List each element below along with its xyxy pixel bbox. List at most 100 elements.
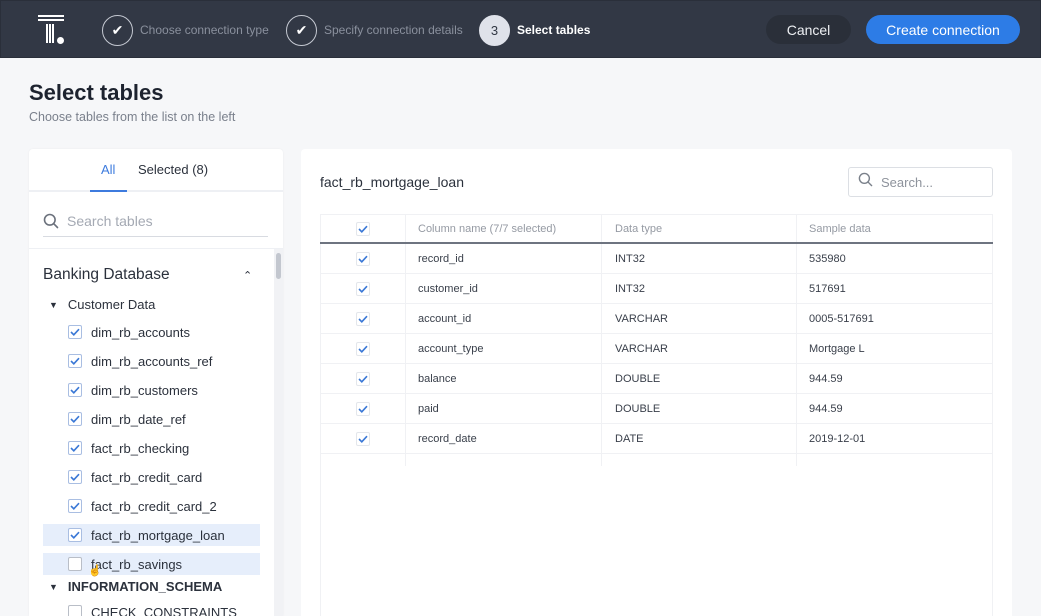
table-item[interactable]: dim_rb_accounts_ref <box>43 350 260 372</box>
checkbox-checked[interactable] <box>68 412 82 426</box>
select-all-checkbox[interactable] <box>355 221 370 236</box>
chevron-up-icon[interactable]: ⌃ <box>243 269 252 282</box>
column-search-input[interactable] <box>881 174 986 190</box>
group-label: INFORMATION_SCHEMA <box>67 579 223 594</box>
search-tables-input[interactable] <box>67 212 247 229</box>
search-tables-field[interactable] <box>43 205 268 237</box>
cell-data-type: INT32 <box>602 244 797 273</box>
table-item-label: fact_rb_checking <box>91 440 190 456</box>
step-label: Choose connection type <box>140 23 269 37</box>
step-label: Select tables <box>517 23 591 37</box>
column-header-sample: Sample data <box>809 222 871 235</box>
page-subtitle: Choose tables from the list on the left <box>29 110 236 124</box>
cell-column-name: account_type <box>406 334 602 363</box>
tab-all[interactable]: All <box>101 162 115 177</box>
cell-sample-data: 0005-517691 <box>809 312 874 325</box>
checkbox-checked[interactable] <box>68 383 82 397</box>
step-specify-connection-details: ✔ Specify connection details <box>286 14 463 46</box>
scrollbar-thumb[interactable] <box>276 253 281 279</box>
checkbox-checked[interactable] <box>68 325 82 339</box>
table-item-label: fact_rb_credit_card <box>91 469 203 485</box>
table-item[interactable]: dim_rb_accounts <box>43 321 260 343</box>
table-details-panel: fact_rb_mortgage_loan Column name (7/7 s… <box>301 149 1012 616</box>
table-item[interactable]: dim_rb_date_ref <box>43 408 260 430</box>
top-bar: ✔ Choose connection type ✔ Specify conne… <box>0 0 1041 58</box>
row-checkbox[interactable] <box>355 251 370 266</box>
table-item-label: dim_rb_customers <box>91 382 198 398</box>
check-icon: ✔ <box>102 14 133 46</box>
cell-column-name: customer_id <box>406 274 602 303</box>
cell-sample-data: 2019-12-01 <box>809 432 866 445</box>
group-customer-data[interactable]: ▼ Customer Data <box>49 297 155 312</box>
tab-bar: All Selected (8) <box>29 149 283 192</box>
row-checkbox[interactable] <box>355 311 370 326</box>
column-search-field[interactable] <box>848 167 993 197</box>
cell-data-type: DATE <box>602 424 797 453</box>
table-item-hovered[interactable]: ☝ fact_rb_savings <box>43 553 260 577</box>
table-row: record_date DATE 2019-12-01 <box>320 424 993 454</box>
caret-down-icon: ▼ <box>49 299 58 310</box>
table-filler-row <box>320 454 993 466</box>
cell-column-name: account_id <box>406 304 602 333</box>
divider <box>29 248 283 249</box>
table-item[interactable]: fact_rb_credit_card <box>43 466 260 488</box>
table-item[interactable]: fact_rb_credit_card_2 <box>43 495 260 517</box>
table-list-panel: All Selected (8) Banking Database ⌃ ▼ Cu… <box>29 149 283 616</box>
table-item[interactable]: dim_rb_customers <box>43 379 260 401</box>
cell-column-name: record_date <box>406 424 602 453</box>
table-item-label: dim_rb_accounts <box>91 324 190 340</box>
step-select-tables: 3 Select tables <box>479 14 590 46</box>
cell-sample-data: 944.59 <box>809 372 843 385</box>
table-item-label: fact_rb_savings <box>91 556 183 572</box>
search-icon <box>43 213 59 229</box>
table-item[interactable]: CHECK_CONSTRAINTS <box>43 601 260 616</box>
row-checkbox[interactable] <box>355 431 370 446</box>
table-item-label: dim_rb_accounts_ref <box>91 353 213 369</box>
checkbox-checked[interactable] <box>68 499 82 513</box>
thoughtspot-logo <box>38 15 66 45</box>
cell-column-name: paid <box>406 394 602 423</box>
cell-data-type: VARCHAR <box>602 304 797 333</box>
tab-selected[interactable]: Selected (8) <box>138 162 208 177</box>
page-title: Select tables <box>29 80 164 105</box>
column-header-type: Data type <box>602 215 797 242</box>
table-row: account_type VARCHAR Mortgage L <box>320 334 993 364</box>
cell-column-name: record_id <box>406 244 602 273</box>
group-label: Customer Data <box>67 297 156 312</box>
table-item-label: CHECK_CONSTRAINTS <box>91 604 237 616</box>
table-row: paid DOUBLE 944.59 <box>320 394 993 424</box>
cell-data-type: DOUBLE <box>602 394 797 423</box>
checkbox-unchecked[interactable] <box>68 557 82 571</box>
cancel-button[interactable]: Cancel <box>766 15 851 44</box>
table-row: balance DOUBLE 944.59 <box>320 364 993 394</box>
cell-data-type: DOUBLE <box>602 364 797 393</box>
cell-data-type: VARCHAR <box>602 334 797 363</box>
table-item-active[interactable]: fact_rb_mortgage_loan <box>43 524 260 546</box>
cell-sample-data: 944.59 <box>809 402 843 415</box>
row-checkbox[interactable] <box>355 401 370 416</box>
checkbox-checked[interactable] <box>68 354 82 368</box>
selected-table-name: fact_rb_mortgage_loan <box>320 174 464 190</box>
create-connection-button[interactable]: Create connection <box>866 15 1020 44</box>
database-name[interactable]: Banking Database <box>43 266 170 284</box>
table-item-label: fact_rb_mortgage_loan <box>91 527 225 543</box>
row-checkbox[interactable] <box>355 281 370 296</box>
checkbox-checked[interactable] <box>68 441 82 455</box>
table-row: customer_id INT32 517691 <box>320 274 993 304</box>
step-choose-connection-type: ✔ Choose connection type <box>102 14 269 46</box>
caret-down-icon: ▼ <box>49 581 58 592</box>
checkbox-checked[interactable] <box>68 528 82 542</box>
scrollbar-track[interactable] <box>274 249 283 616</box>
group-information-schema[interactable]: ▼ INFORMATION_SCHEMA <box>49 579 222 594</box>
cell-sample-data: 517691 <box>809 282 846 295</box>
step-label: Specify connection details <box>324 23 463 37</box>
checkbox-unchecked[interactable] <box>68 605 82 616</box>
cell-column-name: balance <box>406 364 602 393</box>
table-item[interactable]: fact_rb_checking <box>43 437 260 459</box>
checkbox-checked[interactable] <box>68 470 82 484</box>
row-checkbox[interactable] <box>355 341 370 356</box>
table-header-row: Column name (7/7 selected) Data type Sam… <box>320 214 993 244</box>
row-checkbox[interactable] <box>355 371 370 386</box>
hand-cursor-icon: ☝ <box>88 565 102 577</box>
columns-table: Column name (7/7 selected) Data type Sam… <box>320 214 993 466</box>
